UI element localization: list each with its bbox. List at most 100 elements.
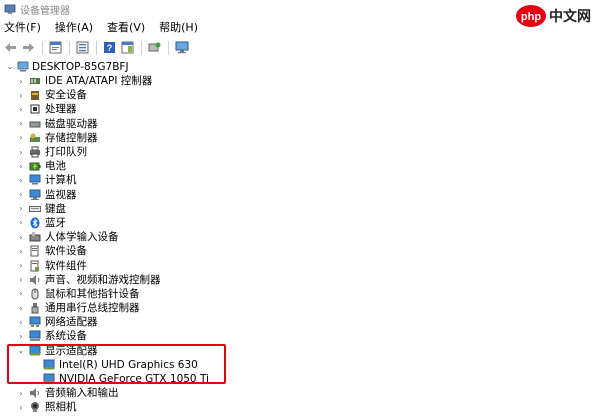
system-device-icon bbox=[29, 330, 41, 342]
expand-chevron-icon[interactable]: › bbox=[16, 119, 26, 129]
list-view-icon bbox=[76, 41, 89, 54]
properties-icon bbox=[49, 41, 62, 54]
menu-bar: 文件(F) 操作(A) 查看(V) 帮助(H) bbox=[0, 18, 600, 38]
tree-item[interactable]: › 打印队列 bbox=[0, 145, 600, 159]
tree-item[interactable]: › 蓝牙 bbox=[0, 216, 600, 230]
network-adapter-icon bbox=[29, 316, 41, 328]
display-adapter-icon bbox=[29, 345, 41, 356]
toolbar-separator bbox=[168, 40, 169, 55]
tree-item[interactable]: › 安全设备 bbox=[0, 88, 600, 102]
tree-item[interactable]: › 系统设备 bbox=[0, 329, 600, 343]
toolbar-separator bbox=[96, 40, 97, 55]
computer-icon bbox=[29, 174, 41, 185]
software-component-icon bbox=[30, 260, 39, 272]
tree-item-label: 声音、视频和游戏控制器 bbox=[45, 273, 161, 286]
tree-item[interactable]: › 音频输入和输出 bbox=[0, 386, 600, 400]
tree-item[interactable]: › 通用串行总线控制器 bbox=[0, 301, 600, 315]
svg-text:?: ? bbox=[107, 43, 113, 53]
ide-controller-icon bbox=[30, 78, 40, 85]
device-item-intel-gpu[interactable]: Intel(R) UHD Graphics 630 bbox=[0, 358, 600, 372]
expand-chevron-icon[interactable]: › bbox=[16, 147, 26, 157]
expand-chevron-icon[interactable]: › bbox=[16, 161, 26, 171]
tree-item[interactable]: › 监视器 bbox=[0, 188, 600, 202]
keyboard-icon bbox=[29, 205, 41, 212]
tree-item-label: 通用串行总线控制器 bbox=[45, 302, 140, 315]
window-title: 设备管理器 bbox=[20, 5, 70, 17]
monitor-icon bbox=[175, 41, 188, 54]
tree-item[interactable]: › 软件设备 bbox=[0, 244, 600, 258]
scan-hardware-icon bbox=[148, 42, 161, 52]
expand-chevron-icon[interactable]: › bbox=[16, 204, 26, 214]
help-button[interactable]: ? bbox=[102, 40, 117, 55]
printer-icon bbox=[30, 146, 40, 158]
collapse-chevron-icon[interactable]: ⌄ bbox=[16, 346, 26, 356]
tree-item[interactable]: › 人体学输入设备 bbox=[0, 230, 600, 244]
expand-chevron-icon[interactable]: › bbox=[16, 90, 26, 100]
tree-item[interactable]: › IDE ATA/ATAPI 控制器 bbox=[0, 74, 600, 88]
device-item-nvidia-gpu[interactable]: NVIDIA GeForce GTX 1050 Ti bbox=[0, 372, 600, 386]
expand-chevron-icon[interactable]: › bbox=[16, 76, 26, 86]
tree-item[interactable]: › 鼠标和其他指针设备 bbox=[0, 287, 600, 301]
expand-chevron-icon[interactable]: › bbox=[16, 402, 26, 412]
menu-action[interactable]: 操作(A) bbox=[48, 18, 100, 38]
camera-icon bbox=[31, 402, 39, 413]
title-bar: 设备管理器 bbox=[0, 0, 600, 18]
tree-item[interactable]: › 处理器 bbox=[0, 102, 600, 116]
tree-item-label: 磁盘驱动器 bbox=[45, 117, 98, 130]
collapse-chevron-icon[interactable]: ⌄ bbox=[5, 62, 15, 72]
device-manager-icon bbox=[4, 4, 16, 14]
mouse-icon bbox=[31, 288, 39, 300]
forward-button[interactable] bbox=[21, 40, 36, 55]
tree-item[interactable]: › 计算机 bbox=[0, 173, 600, 187]
tree-item[interactable]: › 键盘 bbox=[0, 202, 600, 216]
monitor-icon bbox=[29, 189, 41, 200]
menu-help[interactable]: 帮助(H) bbox=[152, 18, 205, 38]
tree-item-label: 系统设备 bbox=[45, 330, 87, 343]
properties-button[interactable] bbox=[48, 40, 63, 55]
menu-view[interactable]: 查看(V) bbox=[100, 18, 152, 38]
expand-chevron-icon[interactable]: › bbox=[16, 289, 26, 299]
scan-hardware-button[interactable] bbox=[147, 40, 162, 55]
sound-icon bbox=[30, 274, 40, 285]
expand-chevron-icon[interactable]: › bbox=[16, 133, 26, 143]
tree-item[interactable]: › 声音、视频和游戏控制器 bbox=[0, 273, 600, 287]
expand-chevron-icon[interactable]: › bbox=[16, 190, 26, 200]
tree-item-display-adapters[interactable]: ⌄ 显示适配器 bbox=[0, 344, 600, 358]
action-pane-button[interactable] bbox=[120, 40, 135, 55]
expand-chevron-icon[interactable]: › bbox=[16, 388, 26, 398]
usb-icon bbox=[31, 303, 39, 314]
expand-chevron-icon[interactable]: › bbox=[16, 317, 26, 327]
tree-item-label: 打印队列 bbox=[45, 146, 87, 159]
device-tree: ⌄ DESKTOP-85G7BFJ › IDE ATA/ATAPI 控制器 › … bbox=[0, 59, 600, 415]
expand-chevron-icon[interactable]: › bbox=[16, 303, 26, 313]
security-device-icon bbox=[31, 91, 39, 101]
display-button[interactable] bbox=[174, 40, 189, 55]
expand-chevron-icon[interactable]: › bbox=[16, 175, 26, 185]
tree-item[interactable]: › 电池 bbox=[0, 159, 600, 173]
computer-name: DESKTOP-85G7BFJ bbox=[32, 60, 129, 73]
storage-controller-icon bbox=[30, 133, 40, 142]
tree-item[interactable]: › 照相机 bbox=[0, 400, 600, 414]
tree-root[interactable]: ⌄ DESKTOP-85G7BFJ bbox=[0, 59, 600, 74]
toolbar-separator bbox=[141, 40, 142, 55]
back-button[interactable] bbox=[3, 40, 18, 55]
device-item-label: Intel(R) UHD Graphics 630 bbox=[59, 358, 198, 371]
tree-item[interactable]: › 软件组件 bbox=[0, 258, 600, 272]
expand-chevron-icon[interactable]: › bbox=[16, 218, 26, 228]
tree-item[interactable]: › 网络适配器 bbox=[0, 315, 600, 329]
tree-item-label: 安全设备 bbox=[45, 89, 87, 102]
expand-chevron-icon[interactable]: › bbox=[16, 261, 26, 271]
device-item-label: NVIDIA GeForce GTX 1050 Ti bbox=[59, 373, 209, 386]
menu-file[interactable]: 文件(F) bbox=[0, 18, 48, 38]
tree-item[interactable]: › 存储控制器 bbox=[0, 131, 600, 145]
expand-chevron-icon[interactable]: › bbox=[16, 232, 26, 242]
expand-chevron-icon[interactable]: › bbox=[16, 275, 26, 285]
tree-item-label: 电池 bbox=[45, 160, 66, 173]
expand-chevron-icon[interactable]: › bbox=[16, 104, 26, 114]
expand-chevron-icon[interactable]: › bbox=[16, 331, 26, 341]
display-adapter-icon bbox=[43, 359, 55, 370]
update-list-button[interactable] bbox=[75, 40, 90, 55]
tree-item[interactable]: › 磁盘驱动器 bbox=[0, 117, 600, 131]
expand-chevron-icon[interactable]: › bbox=[16, 246, 26, 256]
tree-item-label: 键盘 bbox=[45, 202, 66, 215]
